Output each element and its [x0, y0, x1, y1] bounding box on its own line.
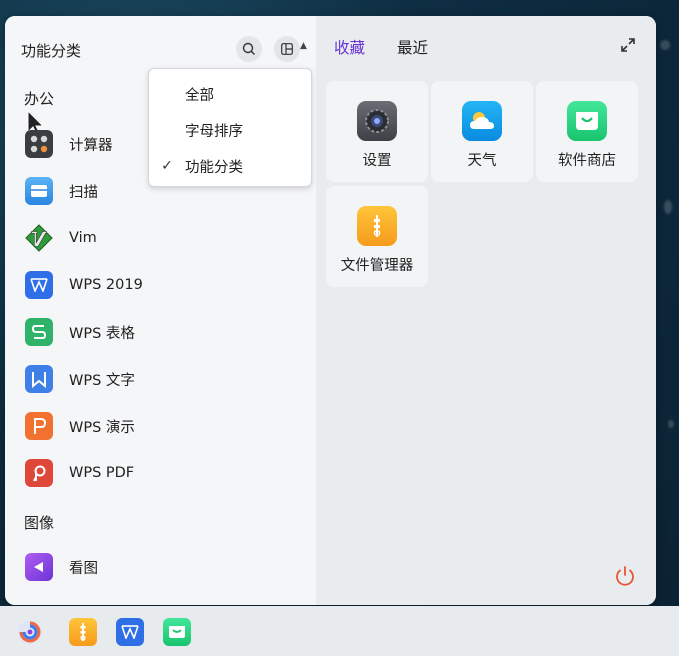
favorites-panel: 收藏 最近 设置 天气 软件商店 文件管理器 — [316, 16, 656, 605]
app-label: WPS 2019 — [69, 277, 143, 293]
wps-icon[interactable] — [116, 618, 144, 646]
expand-icon[interactable] — [620, 37, 636, 53]
app-item-wps-pdf[interactable]: WPS PDF — [25, 455, 305, 491]
app-item-vim[interactable]: Vim — [25, 220, 305, 256]
tile-label: 软件商店 — [558, 153, 616, 169]
search-icon — [242, 42, 255, 55]
taskbar — [0, 606, 679, 656]
menu-item-label: 全部 — [185, 87, 214, 104]
panel-title: 功能分类 — [21, 42, 82, 60]
app-label: Vim — [69, 230, 97, 246]
app-item-wps-writer[interactable]: WPS 文字 — [25, 361, 305, 397]
weather-icon — [462, 101, 502, 141]
app-item-wps-spreadsheet[interactable]: WPS 表格 — [25, 314, 305, 350]
power-icon[interactable] — [614, 565, 636, 587]
app-list-panel: 功能分类 ▲ 办公 计算器 扫描 Vim WPS 2019 WPS 表格 WPS… — [5, 16, 316, 605]
favorite-tile-settings[interactable]: 设置 — [326, 81, 428, 182]
app-item-image-viewer[interactable]: 看图 — [25, 549, 305, 585]
file-manager-icon — [357, 206, 397, 246]
sort-mode-menu: 全部 字母排序 ✓ 功能分类 — [148, 68, 312, 187]
file-manager-icon[interactable] — [69, 618, 97, 646]
app-label: WPS PDF — [69, 465, 135, 481]
favorite-tile-software-store[interactable]: 软件商店 — [536, 81, 638, 182]
wps-pdf-icon — [25, 459, 53, 487]
tile-label: 天气 — [467, 153, 497, 169]
app-label: WPS 文字 — [69, 372, 135, 389]
wps-icon — [25, 271, 53, 299]
software-store-icon[interactable] — [163, 618, 191, 646]
software-store-icon — [567, 101, 607, 141]
app-item-wps-presentation[interactable]: WPS 演示 — [25, 408, 305, 444]
favorite-tile-weather[interactable]: 天气 — [431, 81, 533, 182]
favorite-tile-file-manager[interactable]: 文件管理器 — [326, 186, 428, 287]
section-office: 办公 — [24, 90, 55, 108]
app-label: WPS 表格 — [69, 325, 135, 342]
start-menu: 功能分类 ▲ 办公 计算器 扫描 Vim WPS 2019 WPS 表格 WPS… — [5, 16, 656, 605]
search-button[interactable] — [236, 36, 262, 62]
settings-icon — [357, 101, 397, 141]
wps-writer-icon — [25, 365, 53, 393]
menu-item-label: 功能分类 — [185, 159, 243, 176]
layout-icon — [281, 43, 293, 55]
scanner-icon — [25, 177, 53, 205]
menu-item-label: 字母排序 — [185, 123, 243, 140]
image-viewer-icon — [25, 553, 53, 581]
menu-item-alphabetical[interactable]: 字母排序 — [149, 115, 311, 145]
start-menu-icon[interactable] — [16, 618, 44, 646]
tab-recent[interactable]: 最近 — [397, 36, 428, 58]
app-item-wps-2019[interactable]: WPS 2019 — [25, 267, 305, 303]
tile-label: 文件管理器 — [340, 258, 414, 274]
wps-presentation-icon — [25, 412, 53, 440]
vim-icon — [25, 224, 53, 252]
app-label: 看图 — [69, 560, 98, 577]
chevron-up-icon[interactable]: ▲ — [300, 41, 307, 51]
app-label: WPS 演示 — [69, 419, 135, 436]
check-icon: ✓ — [161, 158, 173, 174]
menu-item-all[interactable]: 全部 — [149, 79, 311, 109]
tab-favorites[interactable]: 收藏 — [334, 36, 365, 58]
menu-item-category[interactable]: ✓ 功能分类 — [149, 151, 311, 181]
tile-label: 设置 — [362, 153, 392, 169]
app-label: 扫描 — [69, 184, 98, 201]
app-label: 计算器 — [69, 137, 113, 154]
wps-spreadsheet-icon — [25, 318, 53, 346]
section-image: 图像 — [24, 514, 55, 532]
view-mode-button[interactable] — [274, 36, 300, 62]
calculator-icon — [25, 130, 53, 158]
